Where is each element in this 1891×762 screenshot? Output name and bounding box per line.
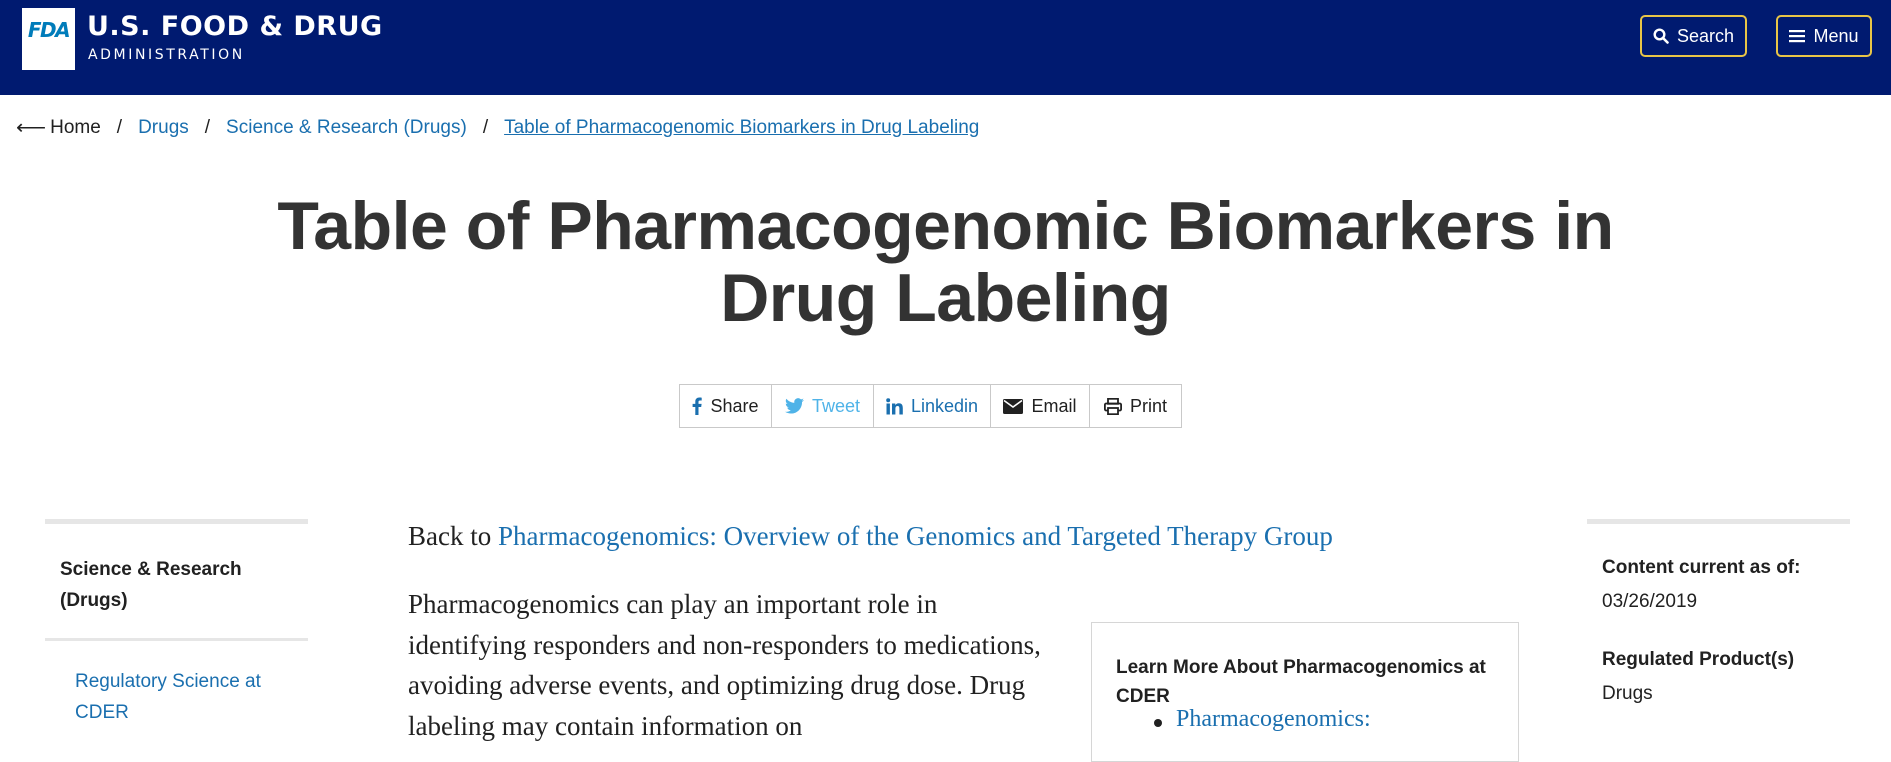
share-email-button[interactable]: Email bbox=[991, 385, 1090, 427]
site-header: FDA U.S. FOOD & DRUG ADMINISTRATION Sear… bbox=[0, 0, 1891, 95]
breadcrumb-current[interactable]: Table of Pharmacogenomic Biomarkers in D… bbox=[504, 117, 979, 139]
share-twitter-button[interactable]: Tweet bbox=[772, 385, 874, 427]
back-to-prefix: Back to bbox=[408, 521, 492, 551]
breadcrumb-separator: / bbox=[204, 116, 211, 138]
content-current-label: Content current as of: bbox=[1602, 557, 1801, 578]
sidebar-heading[interactable]: Science & Research (Drugs) bbox=[45, 524, 308, 630]
envelope-icon bbox=[1003, 398, 1024, 414]
share-linkedin-label: Linkedin bbox=[910, 395, 979, 416]
learn-more-title: Learn More About Pharmacogenomics at CDE… bbox=[1116, 657, 1486, 707]
intro-paragraph: Pharmacogenomics can play an important r… bbox=[408, 589, 1041, 741]
breadcrumb-drugs[interactable]: Drugs bbox=[138, 117, 189, 139]
breadcrumb-separator: / bbox=[116, 116, 123, 138]
share-email-label: Email bbox=[1031, 395, 1077, 416]
search-button-label: Search bbox=[1676, 25, 1735, 46]
twitter-icon bbox=[784, 398, 804, 414]
linkedin-icon bbox=[886, 397, 903, 414]
back-to-line: Back to Pharmacogenomics: Overview of th… bbox=[408, 521, 1333, 552]
share-twitter-label: Tweet bbox=[811, 395, 861, 416]
printer-icon bbox=[1103, 397, 1122, 415]
share-toolbar: Share Tweet Linkedin Email Print bbox=[679, 384, 1182, 428]
regulated-products-label: Regulated Product(s) bbox=[1602, 649, 1795, 670]
meta-top-rule bbox=[1587, 519, 1850, 524]
share-linkedin-button[interactable]: Linkedin bbox=[874, 385, 991, 427]
logo-text: FDA bbox=[27, 18, 71, 42]
print-button[interactable]: Print bbox=[1090, 385, 1181, 427]
content-current-date: 03/26/2019 bbox=[1602, 591, 1698, 612]
menu-button-label: Menu bbox=[1813, 25, 1859, 46]
learn-more-link[interactable]: Pharmacogenomics: bbox=[1176, 706, 1371, 733]
breadcrumb: ⟵ Home / Drugs / Science & Research (Dru… bbox=[16, 115, 979, 140]
sidebar-item-regulatory-science[interactable]: Regulatory Science at CDER bbox=[45, 641, 308, 728]
fda-logo[interactable]: FDA bbox=[22, 8, 75, 70]
learn-more-box: Learn More About Pharmacogenomics at CDE… bbox=[1091, 622, 1519, 762]
breadcrumb-separator: / bbox=[482, 116, 489, 138]
org-subtitle: ADMINISTRATION bbox=[88, 47, 245, 63]
section-sidebar: Science & Research (Drugs) Regulatory Sc… bbox=[45, 519, 308, 728]
page-title: Table of Pharmacogenomic Biomarkers in D… bbox=[277, 188, 1614, 336]
arrow-left-icon: ⟵ bbox=[16, 116, 47, 139]
search-button[interactable]: Search bbox=[1640, 15, 1747, 57]
regulated-products-value: Drugs bbox=[1602, 683, 1653, 704]
breadcrumb-home[interactable]: Home bbox=[50, 117, 101, 139]
list-bullet bbox=[1154, 719, 1162, 727]
share-facebook-label: Share bbox=[710, 395, 759, 416]
search-icon bbox=[1653, 28, 1669, 44]
hamburger-icon bbox=[1789, 30, 1806, 43]
share-facebook-button[interactable]: Share bbox=[680, 385, 772, 427]
menu-button[interactable]: Menu bbox=[1776, 15, 1872, 57]
content-meta: Content current as of: 03/26/2019 Regula… bbox=[1587, 519, 1850, 704]
breadcrumb-science-research[interactable]: Science & Research (Drugs) bbox=[226, 117, 467, 139]
back-to-link[interactable]: Pharmacogenomics: Overview of the Genomi… bbox=[498, 521, 1333, 551]
org-name[interactable]: U.S. FOOD & DRUG bbox=[87, 11, 383, 42]
facebook-icon bbox=[693, 397, 703, 415]
print-label: Print bbox=[1129, 395, 1167, 416]
